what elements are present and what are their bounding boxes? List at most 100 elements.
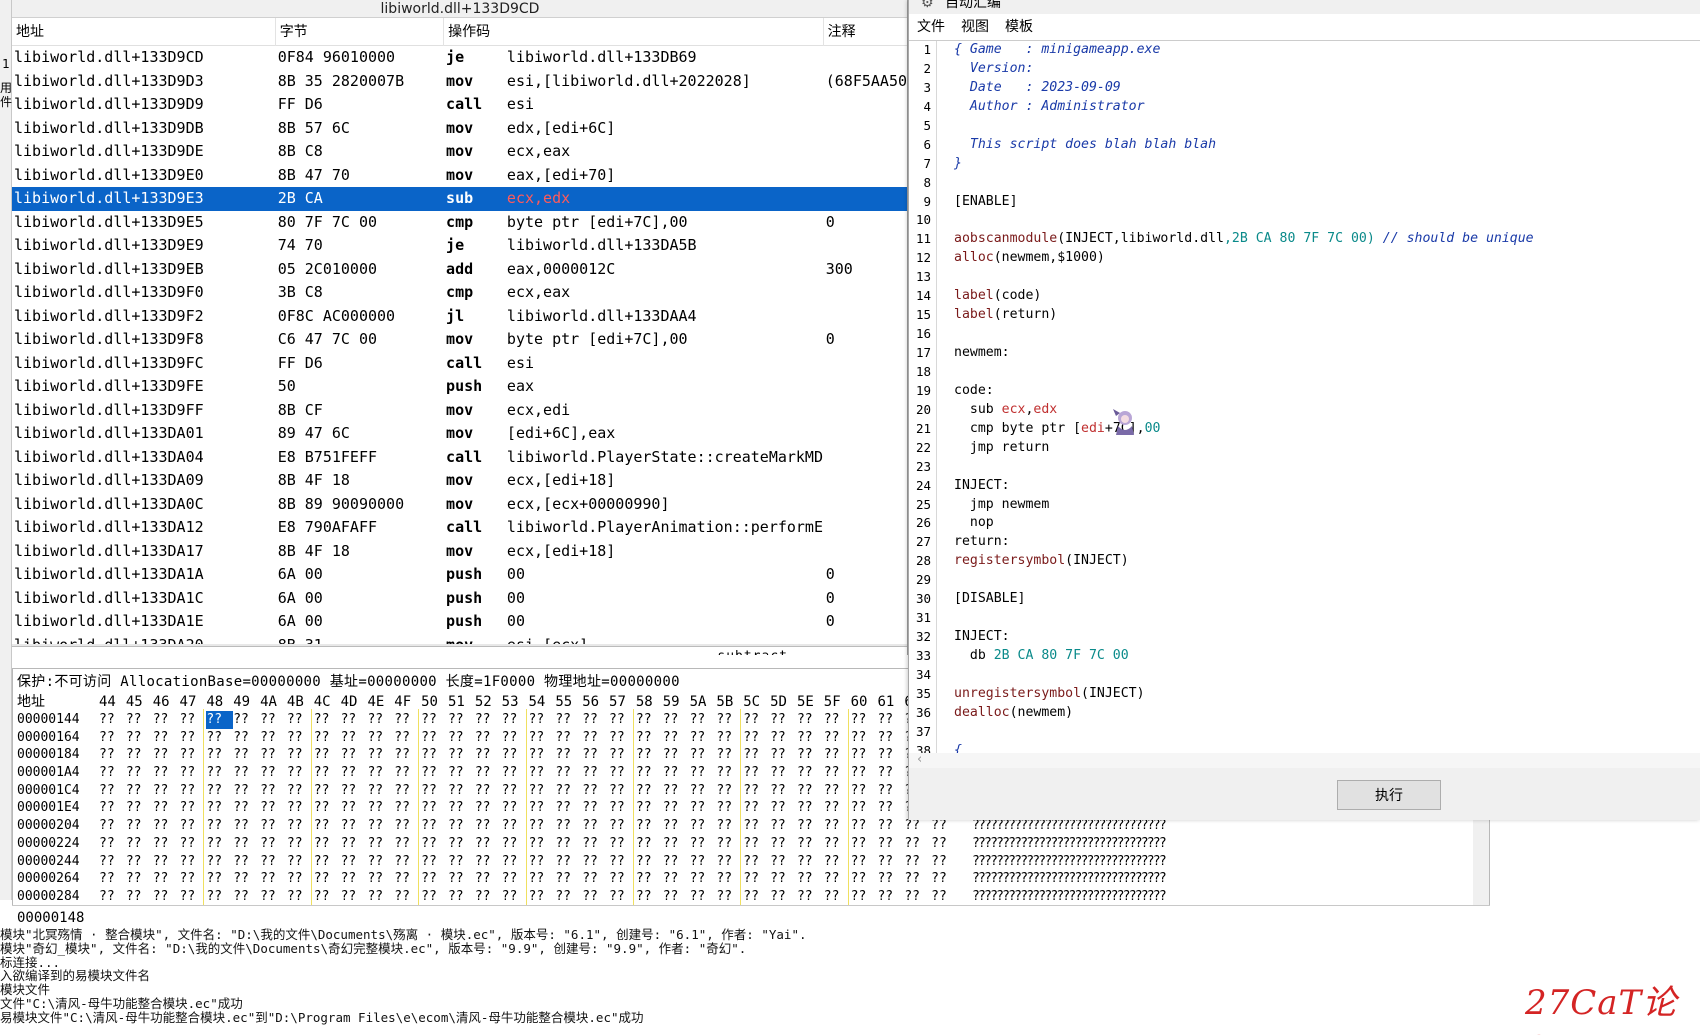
hex-byte[interactable]: ?? bbox=[716, 853, 743, 871]
hex-byte[interactable]: ?? bbox=[743, 729, 770, 747]
hex-byte[interactable]: ?? bbox=[233, 888, 260, 906]
hex-byte[interactable]: ?? bbox=[851, 870, 878, 888]
hex-byte[interactable]: ?? bbox=[260, 888, 287, 906]
code-line[interactable]: nop bbox=[954, 514, 1699, 533]
hex-byte[interactable]: ?? bbox=[475, 782, 502, 800]
hex-byte[interactable]: ?? bbox=[421, 764, 448, 782]
disasm-row[interactable]: libiworld.dll+133DA01 89 47 6C mov [edi+6C]… bbox=[12, 422, 907, 446]
disasm-row[interactable]: libiworld.dll+133D9CD 0F84 96010000 je libi… bbox=[12, 46, 907, 70]
code-line[interactable] bbox=[954, 666, 1699, 685]
hex-byte[interactable]: ?? bbox=[743, 799, 770, 817]
hex-byte[interactable]: ?? bbox=[716, 888, 743, 906]
hex-byte[interactable]: ?? bbox=[770, 870, 797, 888]
hex-byte[interactable]: ?? bbox=[636, 870, 663, 888]
hex-byte[interactable]: ?? bbox=[421, 888, 448, 906]
hex-byte[interactable]: ?? bbox=[206, 888, 233, 906]
disasm-row[interactable]: libiworld.dll+133DA0C 8B 89 90090000 mov ec… bbox=[12, 493, 907, 517]
hex-byte[interactable]: ?? bbox=[206, 711, 234, 729]
hex-byte[interactable]: ?? bbox=[260, 835, 287, 853]
hex-byte[interactable]: ?? bbox=[233, 711, 260, 729]
hex-row[interactable]: 00000284????????????????????????????????… bbox=[17, 888, 1167, 906]
code-line[interactable] bbox=[954, 174, 1699, 193]
hex-byte[interactable]: ?? bbox=[690, 729, 717, 747]
hex-byte[interactable]: ?? bbox=[260, 782, 287, 800]
hex-byte[interactable]: ?? bbox=[529, 729, 556, 747]
hex-byte[interactable]: ?? bbox=[851, 888, 878, 906]
disasm-row[interactable]: libiworld.dll+133D9E5 80 7F 7C 00 cmp byte … bbox=[12, 211, 907, 235]
hex-byte[interactable]: ?? bbox=[341, 799, 368, 817]
hex-byte[interactable]: ?? bbox=[287, 853, 314, 871]
hex-byte[interactable]: ?? bbox=[582, 870, 609, 888]
hex-byte[interactable]: ?? bbox=[851, 711, 878, 729]
code-line[interactable]: registersymbol(INJECT) bbox=[954, 552, 1699, 571]
hex-byte[interactable]: ?? bbox=[126, 711, 153, 729]
hex-byte[interactable]: ?? bbox=[797, 835, 824, 853]
hex-byte[interactable]: ?? bbox=[555, 711, 582, 729]
code-line[interactable] bbox=[954, 609, 1699, 628]
code-line[interactable]: jmp return bbox=[954, 439, 1699, 458]
hex-byte[interactable]: ?? bbox=[126, 870, 153, 888]
hex-byte[interactable]: ?? bbox=[690, 835, 717, 853]
hex-byte[interactable]: ?? bbox=[421, 799, 448, 817]
hex-byte[interactable]: ?? bbox=[609, 729, 636, 747]
hex-byte[interactable]: ?? bbox=[555, 888, 582, 906]
disasm-row[interactable]: libiworld.dll+133D9DB 8B 57 6C mov edx,[edi… bbox=[12, 117, 907, 141]
hex-byte[interactable]: ?? bbox=[636, 817, 663, 835]
hex-byte[interactable]: ?? bbox=[421, 711, 448, 729]
hex-byte[interactable]: ?? bbox=[582, 764, 609, 782]
hex-byte[interactable]: ?? bbox=[555, 764, 582, 782]
hex-byte[interactable]: ?? bbox=[475, 888, 502, 906]
hex-byte[interactable]: ?? bbox=[743, 888, 770, 906]
hex-byte[interactable]: ?? bbox=[877, 764, 904, 782]
header-bytes[interactable]: 字节 bbox=[276, 18, 445, 46]
hex-byte[interactable]: ?? bbox=[287, 888, 314, 906]
code-line[interactable]: label(return) bbox=[954, 306, 1699, 325]
disasm-row[interactable]: libiworld.dll+133DA09 8B 4F 18 mov ecx,[edi… bbox=[12, 469, 907, 493]
hex-byte[interactable]: ?? bbox=[153, 711, 180, 729]
hex-byte[interactable]: ?? bbox=[743, 746, 770, 764]
code-line[interactable]: [ENABLE] bbox=[954, 193, 1699, 212]
hex-byte[interactable]: ?? bbox=[877, 746, 904, 764]
hex-byte[interactable]: ?? bbox=[555, 870, 582, 888]
hex-byte[interactable]: ?? bbox=[206, 870, 233, 888]
hex-byte[interactable]: ?? bbox=[180, 782, 207, 800]
code-line[interactable] bbox=[954, 268, 1699, 287]
hex-byte[interactable]: ?? bbox=[260, 870, 287, 888]
hex-byte[interactable]: ?? bbox=[663, 835, 690, 853]
hex-byte[interactable]: ?? bbox=[314, 729, 341, 747]
code-line[interactable]: INJECT: bbox=[954, 477, 1699, 496]
hex-byte[interactable]: ?? bbox=[555, 853, 582, 871]
hex-byte[interactable]: ?? bbox=[663, 799, 690, 817]
hex-byte[interactable]: ?? bbox=[367, 870, 394, 888]
code-line[interactable]: label(code) bbox=[954, 287, 1699, 306]
execute-button[interactable]: 执行 bbox=[1337, 780, 1441, 810]
hex-byte[interactable]: ?? bbox=[716, 711, 743, 729]
hex-byte[interactable]: ?? bbox=[421, 817, 448, 835]
hex-byte[interactable]: ?? bbox=[126, 817, 153, 835]
hex-byte[interactable]: ?? bbox=[448, 870, 475, 888]
hex-byte[interactable]: ?? bbox=[690, 711, 717, 729]
hex-byte[interactable]: ?? bbox=[904, 888, 931, 906]
hex-byte[interactable]: ?? bbox=[502, 782, 529, 800]
hex-byte[interactable]: ?? bbox=[314, 782, 341, 800]
hex-byte[interactable]: ?? bbox=[180, 835, 207, 853]
hex-byte[interactable]: ?? bbox=[180, 853, 207, 871]
hex-byte[interactable]: ?? bbox=[609, 799, 636, 817]
hex-byte[interactable]: ?? bbox=[287, 729, 314, 747]
hex-byte[interactable]: ?? bbox=[555, 729, 582, 747]
hex-byte[interactable]: ?? bbox=[260, 853, 287, 871]
hex-byte[interactable]: ?? bbox=[314, 853, 341, 871]
hex-byte[interactable]: ?? bbox=[502, 870, 529, 888]
hex-byte[interactable]: ?? bbox=[394, 817, 421, 835]
hex-byte[interactable]: ?? bbox=[851, 782, 878, 800]
auto-assemble-window[interactable]: ⚙ 自动汇编 文件 视图 模板 1 2 3 4 5 6 7 8 9 10 11 12 13 14 15 16 1… bbox=[908, 0, 1700, 820]
hex-byte[interactable]: ?? bbox=[797, 853, 824, 871]
hex-byte[interactable]: ?? bbox=[931, 870, 958, 888]
hex-byte[interactable]: ?? bbox=[153, 888, 180, 906]
hex-byte[interactable]: ?? bbox=[314, 888, 341, 906]
hex-byte[interactable]: ?? bbox=[824, 711, 851, 729]
hex-byte[interactable]: ?? bbox=[502, 835, 529, 853]
hex-byte[interactable]: ?? bbox=[99, 853, 126, 871]
hex-byte[interactable]: ?? bbox=[180, 711, 207, 729]
code-line[interactable]: alloc(newmem,$1000) bbox=[954, 249, 1699, 268]
